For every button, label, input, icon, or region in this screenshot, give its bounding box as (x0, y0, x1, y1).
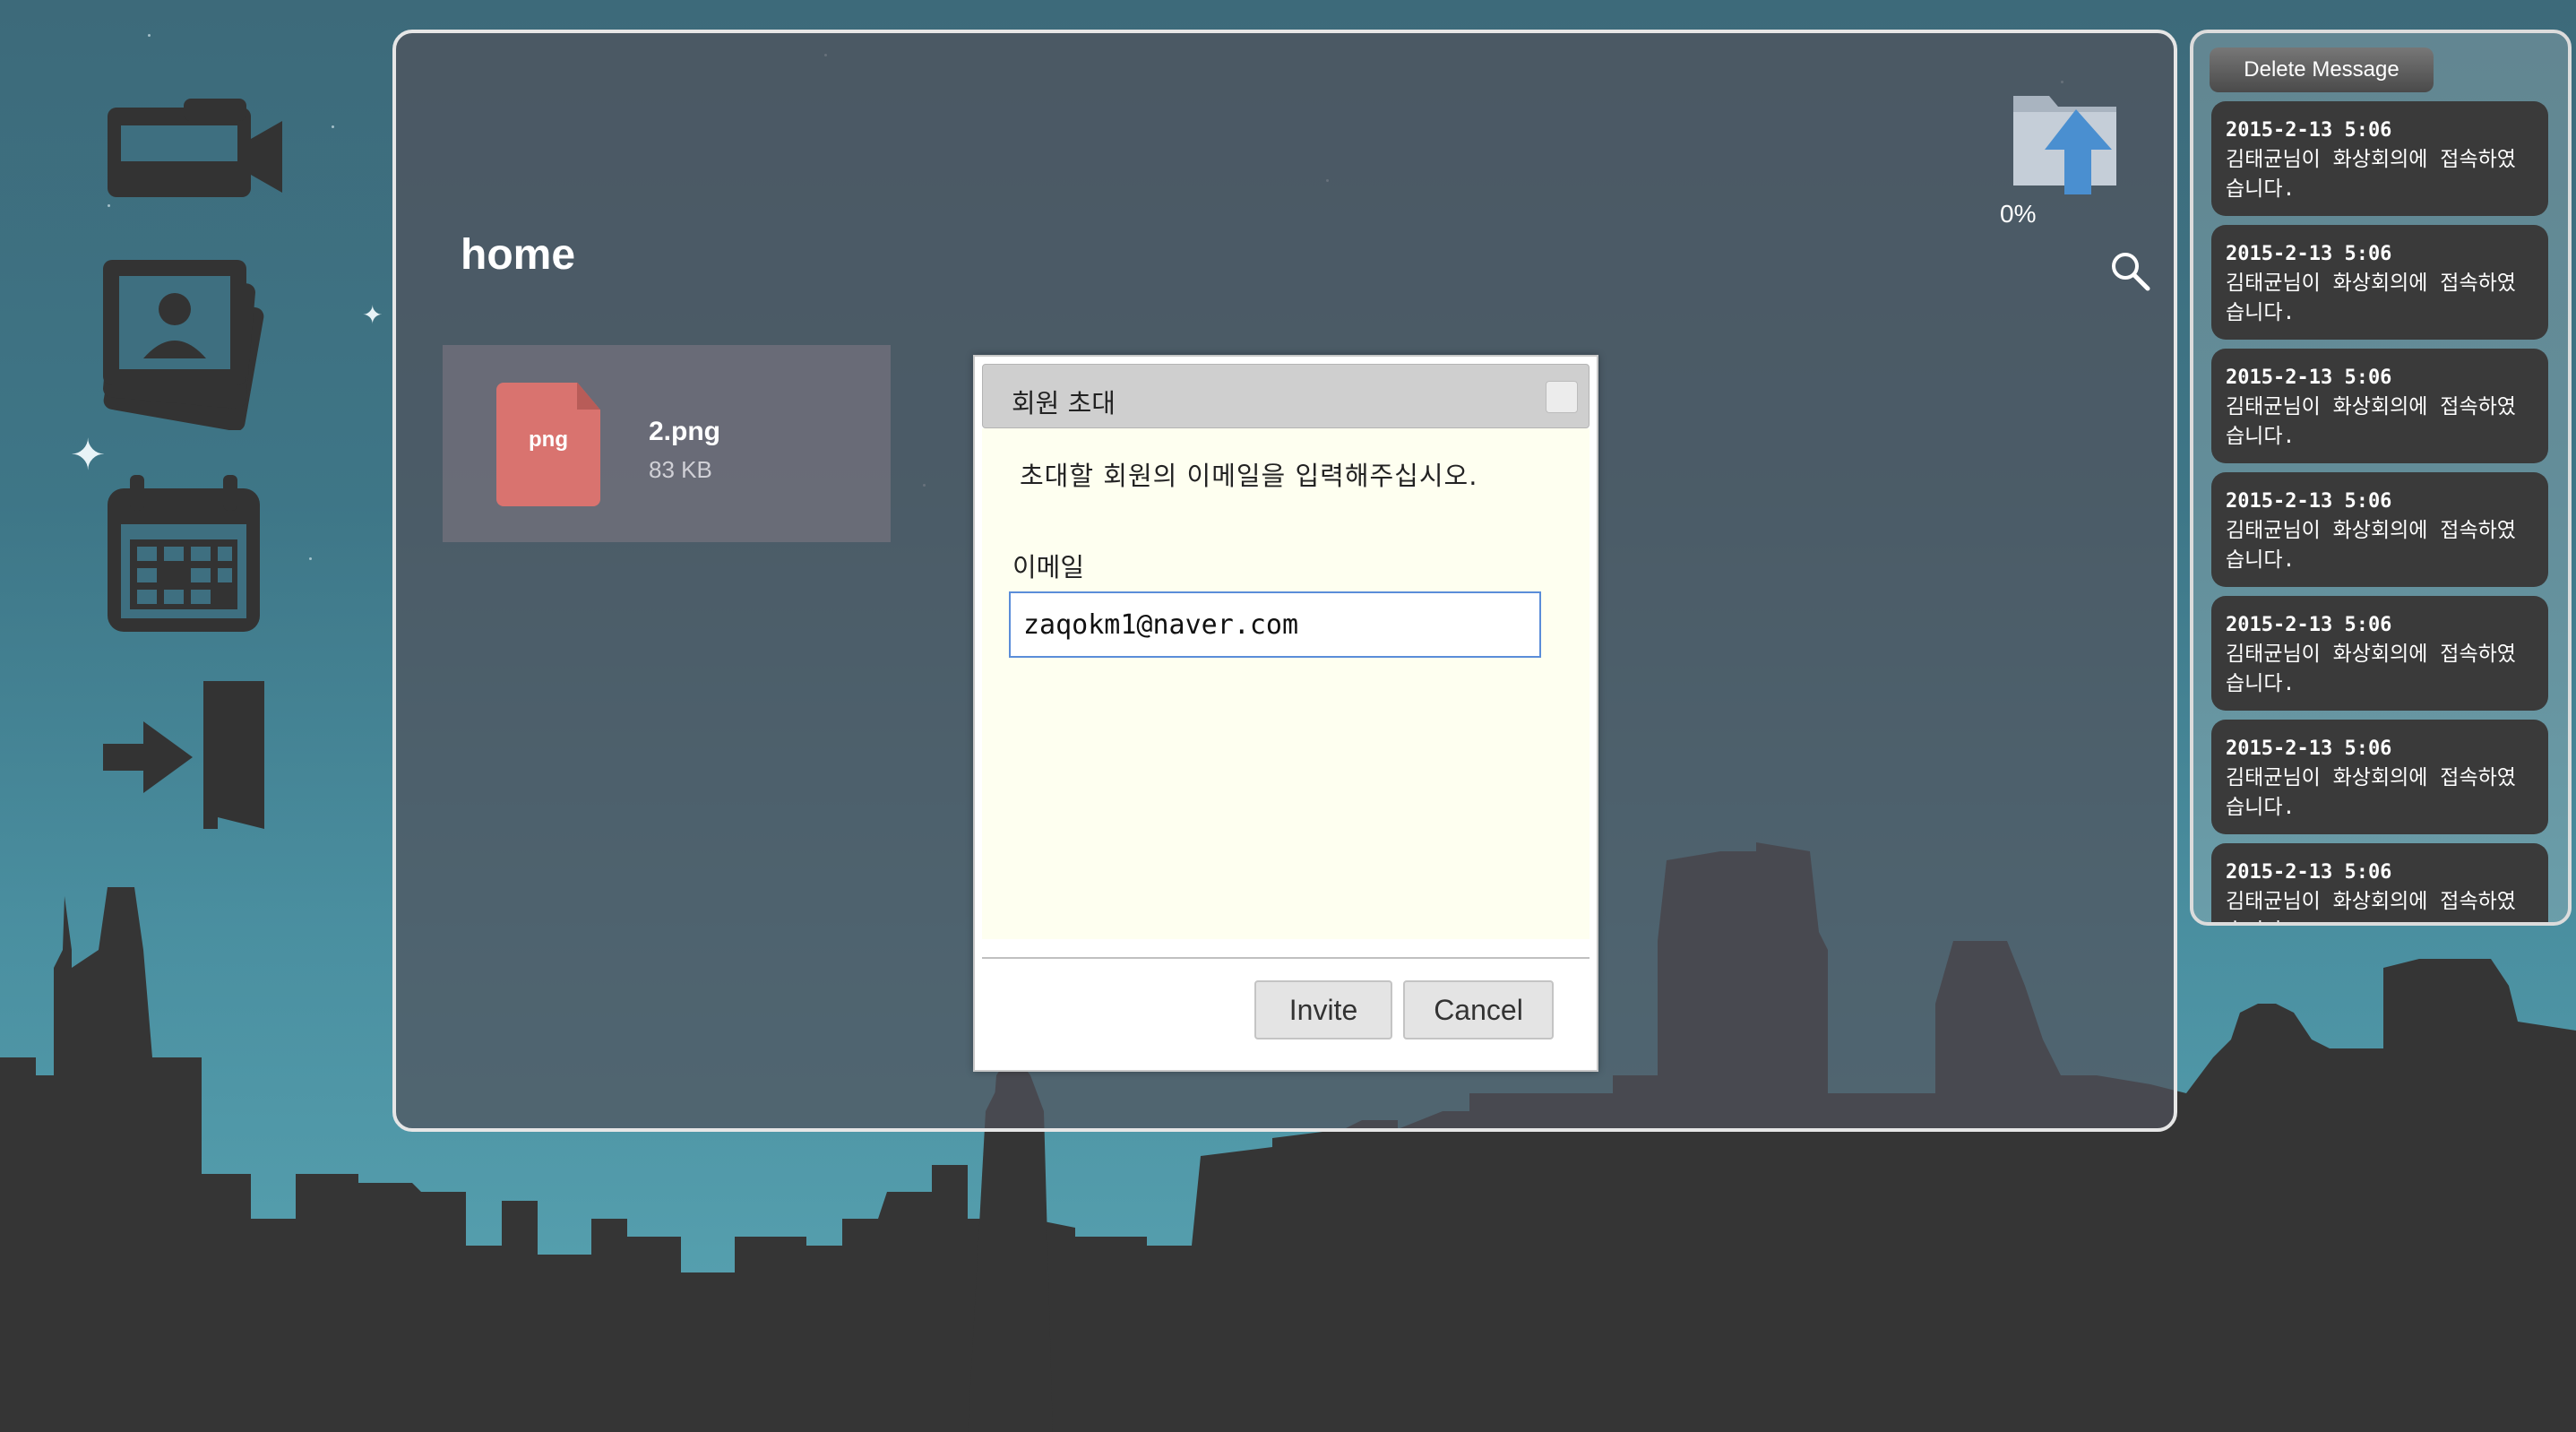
sidebar-item-photos[interactable] (103, 260, 282, 432)
message-text: 김태균님이 화상회의에 접속하였습니다. (2226, 148, 2516, 201)
folder-title: home (461, 231, 576, 279)
dialog-body: 초대할 회원의 이메일을 입력해주십시오. 이메일 (982, 428, 1590, 939)
sparkle-star: ✦ (70, 430, 107, 480)
file-item[interactable]: png 2.png 83 KB (443, 345, 891, 542)
message-list[interactable]: 2015-2-13 5:06 김태균님이 화상회의에 접속하였습니다. 2015-… (2211, 101, 2552, 922)
message-time: 2015-2-13 5:06 (2226, 243, 2392, 265)
cancel-button[interactable]: Cancel (1403, 980, 1554, 1039)
sidebar-item-logout[interactable] (103, 681, 282, 851)
message-time: 2015-2-13 5:06 (2226, 490, 2392, 513)
message-text: 김태균님이 화상회의에 접속하였습니다. (2226, 519, 2516, 572)
invite-member-dialog: 회원 초대 초대할 회원의 이메일을 입력해주십시오. 이메일 Invite C… (973, 355, 1598, 1072)
message-time: 2015-2-13 5:06 (2226, 367, 2392, 389)
video-camera-icon (108, 99, 282, 197)
dialog-divider (982, 957, 1590, 959)
sparkle-star: ✦ (362, 300, 383, 330)
dialog-title: 회원 초대 (1012, 388, 1116, 418)
list-item: 2015-2-13 5:06 김태균님이 화상회의에 접속하였습니다. (2211, 472, 2548, 587)
message-time: 2015-2-13 5:06 (2226, 119, 2392, 142)
delete-message-button[interactable]: Delete Message (2210, 47, 2434, 92)
search-icon[interactable] (2107, 248, 2152, 293)
list-item: 2015-2-13 5:06 김태균님이 화상회의에 접속하였습니다. (2211, 225, 2548, 340)
calendar-icon (108, 475, 260, 632)
email-field[interactable] (1009, 591, 1541, 658)
dialog-message: 초대할 회원의 이메일을 입력해주십시오. (1020, 461, 1478, 491)
message-time: 2015-2-13 5:06 (2226, 614, 2392, 636)
message-text: 김태균님이 화상회의에 접속하였습니다. (2226, 395, 2516, 448)
list-item: 2015-2-13 5:06 김태균님이 화상회의에 접속하였습니다. (2211, 101, 2548, 216)
sidebar-item-video-conference[interactable] (103, 90, 282, 260)
file-size: 83 KB (649, 456, 712, 483)
message-text: 김태균님이 화상회의에 접속하였습니다. (2226, 643, 2516, 695)
list-item: 2015-2-13 5:06 김태균님이 화상회의에 접속하였습니다. (2211, 349, 2548, 463)
message-time: 2015-2-13 5:06 (2226, 738, 2392, 760)
message-time: 2015-2-13 5:06 (2226, 861, 2392, 884)
list-item: 2015-2-13 5:06 김태균님이 화상회의에 접속하였습니다. (2211, 843, 2548, 922)
message-text: 김태균님이 화상회의에 접속하였습니다. (2226, 272, 2516, 324)
photo-gallery-icon (103, 260, 264, 432)
email-label: 이메일 (1012, 552, 1085, 582)
file-type-label: png (529, 427, 568, 452)
message-text: 김태균님이 화상회의에 접속하였습니다. (2226, 890, 2516, 922)
list-item: 2015-2-13 5:06 김태균님이 화상회의에 접속하였습니다. (2211, 720, 2548, 834)
message-text: 김태균님이 화상회의에 접속하였습니다. (2226, 766, 2516, 819)
message-panel: Delete Message 2015-2-13 5:06 김태균님이 화상회의에… (2190, 30, 2572, 926)
dialog-header: 회원 초대 (982, 364, 1590, 428)
close-button[interactable] (1546, 381, 1578, 413)
sidebar-item-calendar[interactable] (103, 475, 282, 645)
upload-progress: 0% (2000, 200, 2037, 228)
exit-door-icon (103, 681, 264, 829)
invite-button[interactable]: Invite (1254, 980, 1392, 1039)
file-name: 2.png (649, 417, 720, 446)
list-item: 2015-2-13 5:06 김태균님이 화상회의에 접속하였습니다. (2211, 596, 2548, 711)
